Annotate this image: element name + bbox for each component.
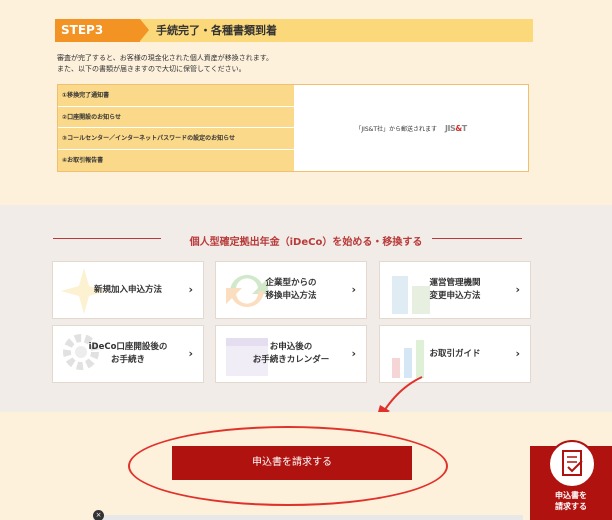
card-corporate-transfer[interactable]: 企業型からの 移換申込方法 ›: [215, 261, 367, 319]
desc-line-1: 審査が完了すると、お客様の現金化された個人資産が移換されます。: [57, 54, 274, 62]
step-tag: STEP3: [55, 19, 149, 42]
documents-table: ①移換完了通知書 ②口座開設のお知らせ ③コールセンター／インターネットパスワー…: [57, 84, 529, 172]
step-title: 手続完了・各種書類到着: [156, 24, 277, 37]
side-icon-circle: [548, 440, 596, 488]
card-provider-change[interactable]: 運営管理機関 変更申込方法 ›: [379, 261, 531, 319]
document-check-icon: [562, 450, 583, 476]
bottom-banner: [93, 515, 523, 520]
request-form-button[interactable]: 申込書を請求する: [172, 446, 412, 480]
card-procedure-calendar[interactable]: お申込後の お手続きカレンダー ›: [215, 325, 367, 383]
close-icon[interactable]: ×: [93, 510, 104, 520]
card-label: お取引ガイド: [429, 348, 481, 359]
ideco-section: 個人型確定拠出年金（iDeCo）を始める・移換する 新規加入申込方法 › 企業型…: [0, 205, 612, 412]
heading-line-right: [432, 238, 522, 239]
document-item: ④お取引報告書: [62, 156, 104, 164]
step3-header: STEP3 手続完了・各種書類到着: [55, 19, 533, 42]
documents-list: ①移換完了通知書 ②口座開設のお知らせ ③コールセンター／インターネットパスワー…: [58, 85, 294, 171]
document-item: ②口座開設のお知らせ: [58, 107, 294, 128]
desc-line-2: また、以下の書類が届きますので大切に保管してください。: [57, 65, 246, 73]
card-label: 運営管理機関 変更申込方法: [429, 278, 481, 301]
section-heading: 個人型確定拠出年金（iDeCo）を始める・移換する: [0, 230, 612, 251]
chevron-right-icon: ›: [351, 283, 356, 296]
jist-logo: JIS&T: [445, 123, 467, 133]
side-button-label: 申込書を 請求する: [555, 491, 587, 511]
chevron-right-icon: ›: [188, 347, 193, 360]
step3-section: STEP3 手続完了・各種書類到着 審査が完了すると、お客様の現金化された個人資…: [0, 0, 612, 205]
side-request-form-button[interactable]: 申込書を 請求する: [530, 440, 612, 520]
chevron-right-icon: ›: [351, 347, 356, 360]
card-label: iDeCo口座開設後の お手続き: [88, 342, 168, 365]
chevron-right-icon: ›: [188, 283, 193, 296]
card-after-account-opening[interactable]: iDeCo口座開設後の お手続き ›: [52, 325, 204, 383]
card-label: 新規加入申込方法: [93, 284, 162, 295]
card-label: 企業型からの 移換申込方法: [265, 278, 317, 301]
heading-line-left: [53, 238, 161, 239]
document-item: ③コールセンター／インターネットパスワードの設定のお知らせ: [58, 128, 294, 150]
card-label: お申込後の お手続きカレンダー: [252, 342, 330, 365]
documents-note-cell: 「JIS&T社」から郵送されます JIS&T: [294, 85, 528, 171]
request-section: 申込書を請求する: [0, 412, 612, 520]
chevron-right-icon: ›: [515, 347, 520, 360]
card-new-enrollment[interactable]: 新規加入申込方法 ›: [52, 261, 204, 319]
mail-note: 「JIS&T社」から郵送されます: [355, 125, 438, 133]
document-item: ①移換完了通知書: [58, 85, 294, 107]
chevron-right-icon: ›: [515, 283, 520, 296]
step3-description: 審査が完了すると、お客様の現金化された個人資産が移換されます。 また、以下の書類…: [57, 53, 273, 75]
section-heading-text: 個人型確定拠出年金（iDeCo）を始める・移換する: [189, 237, 423, 248]
